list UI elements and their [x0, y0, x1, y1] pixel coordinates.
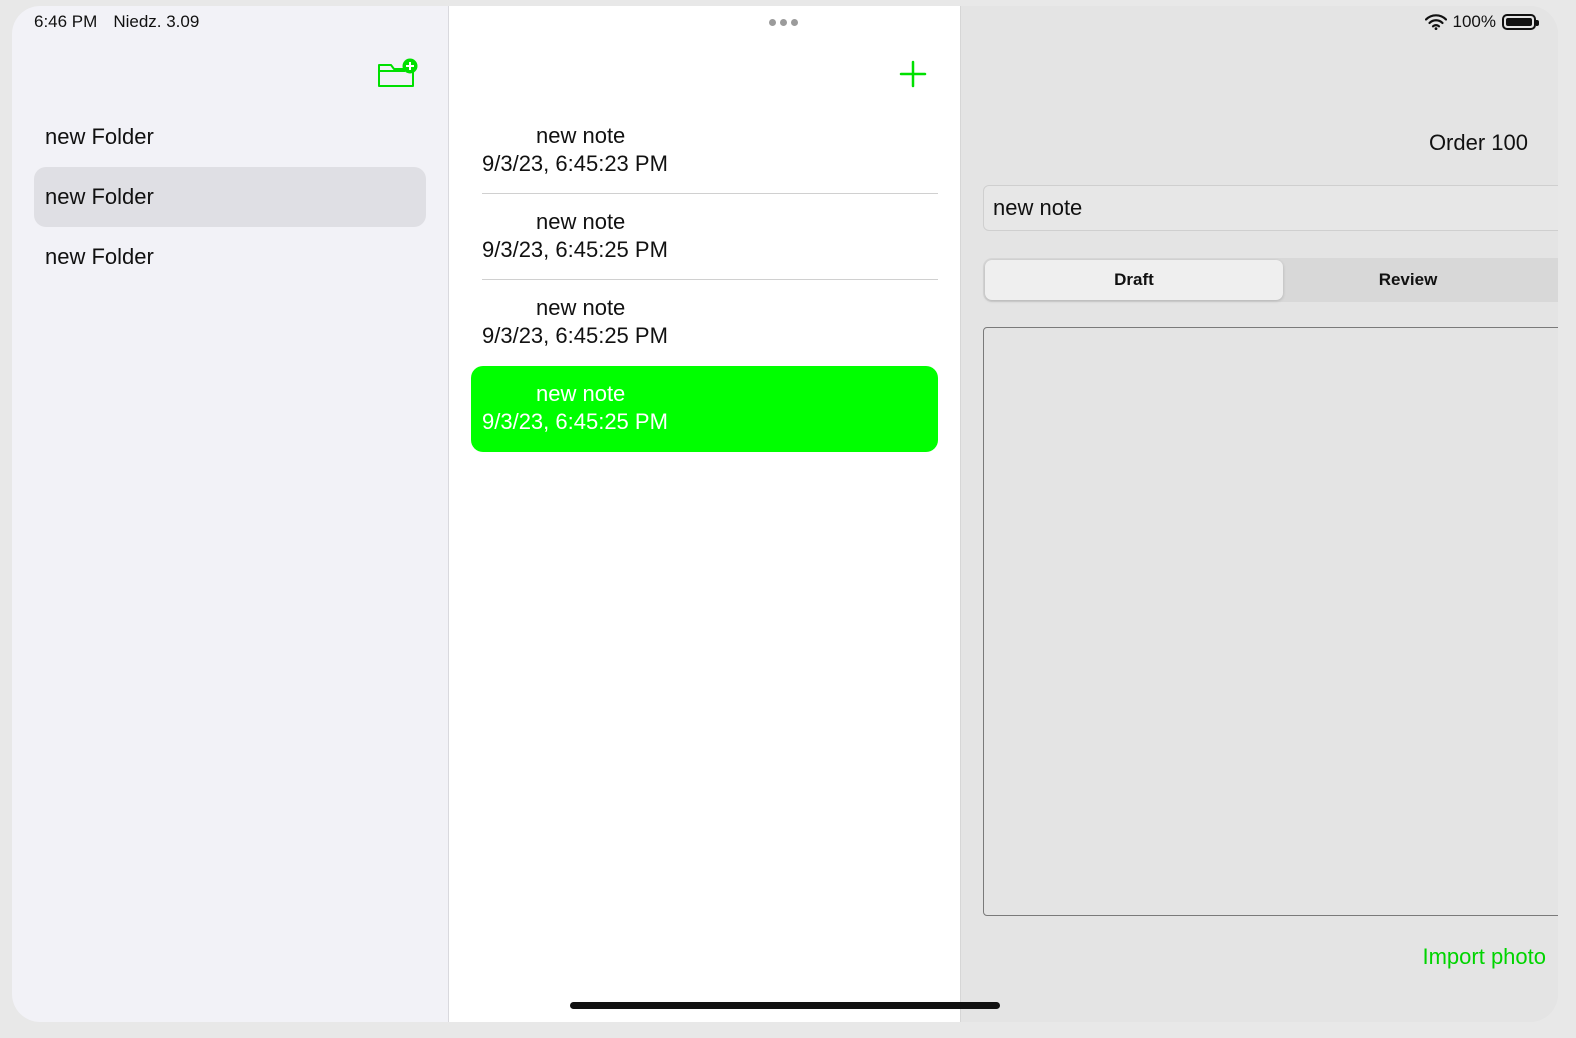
- note-title: new note: [536, 381, 626, 406]
- multitasking-dots-icon[interactable]: [769, 19, 798, 26]
- folders-sidebar: 6:46 PM Niedz. 3.09 new Folder new Folde…: [12, 6, 449, 1022]
- note-title: new note: [536, 123, 626, 148]
- note-row-selected[interactable]: new note 9/3/23, 6:45:25 PM: [471, 366, 938, 452]
- status-date: Niedz. 3.09: [113, 12, 200, 31]
- status-time: 6:46 PM: [34, 12, 98, 31]
- folder-label: new Folder: [45, 244, 154, 269]
- status-bar-right: 100%: [1424, 12, 1539, 32]
- note-title: new note: [536, 209, 626, 234]
- folder-item[interactable]: new Folder: [34, 227, 426, 287]
- folder-item-selected[interactable]: new Folder: [34, 167, 426, 227]
- import-photo-button[interactable]: Import photo: [1422, 944, 1546, 970]
- plus-icon: [899, 60, 927, 88]
- note-date: 9/3/23, 6:45:25 PM: [482, 323, 668, 348]
- notes-column: new note 9/3/23, 6:45:23 PM new note 9/3…: [449, 6, 961, 1022]
- note-row[interactable]: new note 9/3/23, 6:45:23 PM: [471, 108, 938, 194]
- note-title-field[interactable]: [983, 185, 1558, 231]
- folder-item[interactable]: new Folder: [34, 107, 426, 167]
- segment-draft[interactable]: Draft: [985, 260, 1283, 300]
- note-body-textarea[interactable]: [983, 327, 1558, 916]
- segment-review[interactable]: Review: [1283, 260, 1558, 300]
- battery-icon: [1502, 14, 1539, 30]
- new-folder-button[interactable]: [376, 56, 420, 90]
- home-indicator: [570, 1002, 1000, 1009]
- folder-badge-plus-icon: [378, 58, 418, 87]
- note-date: 9/3/23, 6:45:25 PM: [482, 409, 668, 434]
- note-date: 9/3/23, 6:45:23 PM: [482, 151, 668, 176]
- order-label: Order 100: [1428, 130, 1528, 155]
- draft-review-segmented-control: Draft Review: [983, 258, 1558, 302]
- folder-label: new Folder: [45, 184, 154, 209]
- folder-list: new Folder new Folder new Folder: [34, 107, 426, 287]
- battery-percent: 100%: [1452, 12, 1496, 31]
- ipad-screen: 6:46 PM Niedz. 3.09 new Folder new Folde…: [12, 6, 1558, 1022]
- status-bar-left: 6:46 PM Niedz. 3.09: [34, 12, 199, 32]
- note-list: new note 9/3/23, 6:45:23 PM new note 9/3…: [471, 108, 938, 452]
- note-title: new note: [536, 295, 626, 320]
- note-row[interactable]: new note 9/3/23, 6:45:25 PM: [471, 280, 938, 366]
- note-detail: 100% Order 100 Draft Review Import photo: [961, 6, 1558, 1022]
- add-note-button[interactable]: [895, 56, 931, 92]
- folder-label: new Folder: [45, 124, 154, 149]
- wifi-icon: [1424, 14, 1447, 30]
- note-row[interactable]: new note 9/3/23, 6:45:25 PM: [471, 194, 938, 280]
- note-date: 9/3/23, 6:45:25 PM: [482, 237, 668, 262]
